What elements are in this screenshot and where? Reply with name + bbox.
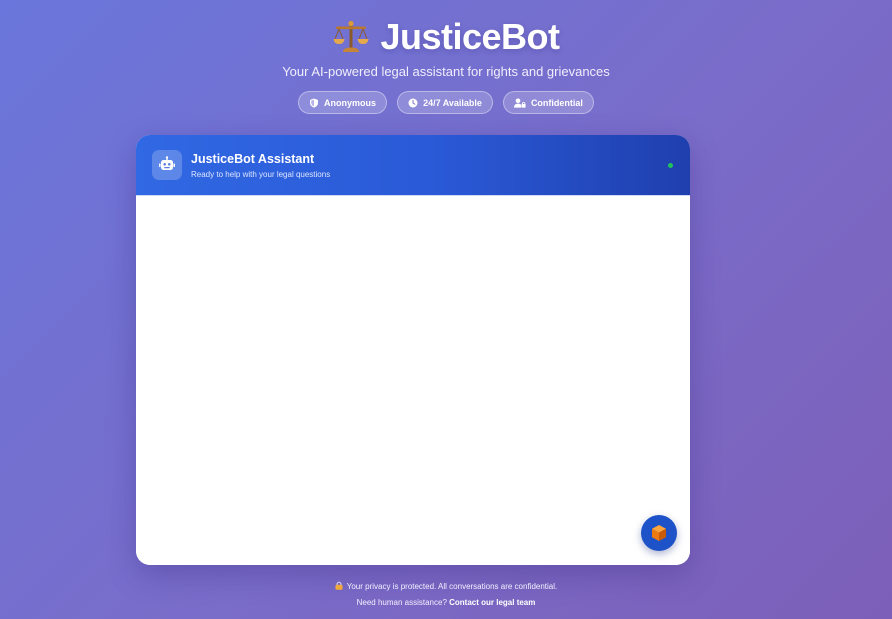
shield-icon — [309, 98, 319, 108]
footer: Your privacy is protected. All conversat… — [0, 581, 892, 609]
badge-label: Anonymous — [324, 97, 377, 108]
contact-legal-team-link[interactable]: Contact our legal team — [449, 598, 535, 607]
online-status-indicator — [668, 163, 673, 168]
privacy-notice: Your privacy is protected. All conversat… — [0, 581, 892, 593]
feature-badges: Anonymous 24/7 Available Confidential — [0, 91, 892, 114]
app-title: JusticeBot — [380, 16, 560, 57]
chat-header: JusticeBot Assistant Ready to help with … — [136, 135, 690, 196]
chat-subtitle: Ready to help with your legal questions — [191, 169, 331, 179]
badge-availability: 24/7 Available — [397, 91, 493, 114]
chat-launcher-button[interactable] — [641, 515, 677, 551]
chat-messages-area[interactable] — [136, 196, 690, 565]
chat-header-text: JusticeBot Assistant Ready to help with … — [191, 152, 330, 179]
cube-icon — [649, 523, 669, 543]
privacy-text: Your privacy is protected. All conversat… — [346, 582, 558, 591]
chat-title: JusticeBot Assistant — [191, 151, 315, 166]
title-row: JusticeBot — [0, 14, 892, 60]
app-subtitle: Your AI-powered legal assistant for righ… — [282, 64, 610, 79]
hero: JusticeBot Your AI-powered legal assista… — [0, 14, 892, 114]
lock-icon — [335, 581, 343, 590]
user-lock-icon — [513, 98, 526, 108]
badge-label: 24/7 Available — [423, 97, 482, 108]
chat-window: JusticeBot Assistant Ready to help with … — [136, 135, 690, 565]
badge-label: Confidential — [530, 97, 583, 108]
help-line: Need human assistance? Contact our legal… — [0, 597, 892, 609]
badge-confidential: Confidential — [502, 91, 594, 114]
balance-scale-icon — [332, 19, 370, 55]
robot-icon — [158, 156, 176, 174]
bot-avatar — [152, 150, 182, 180]
clock-icon — [408, 98, 418, 108]
help-prefix: Need human assistance? — [356, 598, 447, 607]
badge-anonymous: Anonymous — [298, 91, 388, 114]
